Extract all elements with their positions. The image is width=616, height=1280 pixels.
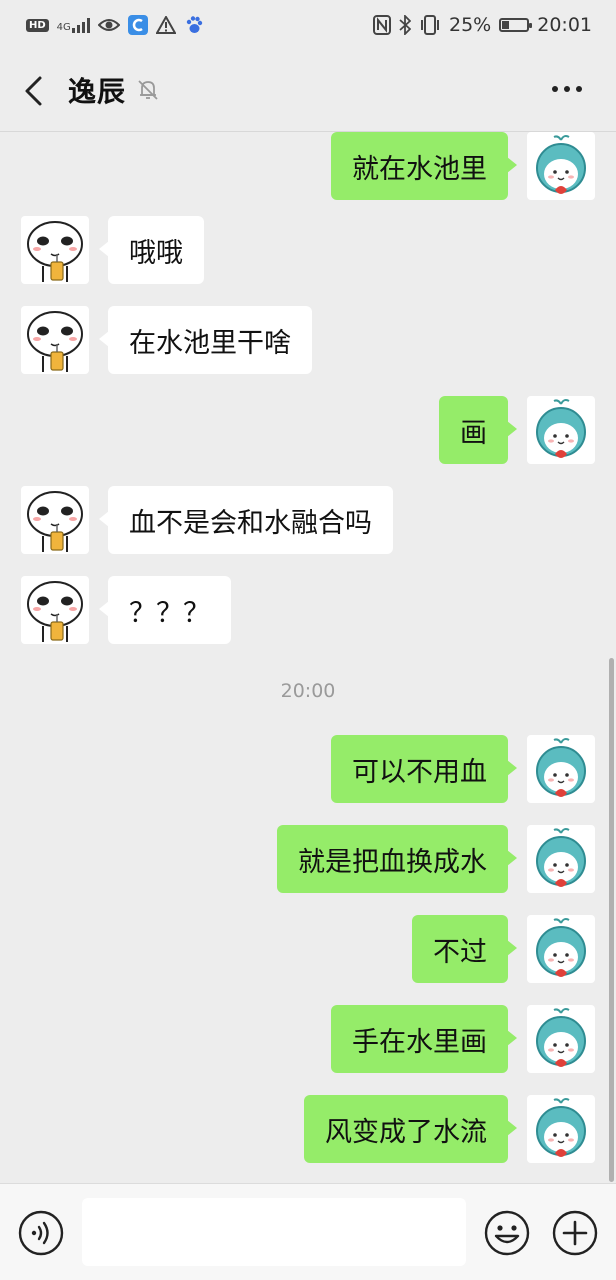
- my-avatar[interactable]: [527, 132, 595, 200]
- sent-message-row: 就在水池里: [0, 132, 616, 202]
- status-left: HD 4G: [26, 14, 204, 36]
- contact-avatar[interactable]: [21, 216, 89, 284]
- sent-message-bubble[interactable]: 风变成了水流: [304, 1095, 517, 1163]
- signal-icon: 4G: [57, 17, 90, 33]
- received-message-bubble[interactable]: 哦哦: [99, 216, 204, 284]
- mute-bell-icon: [138, 80, 158, 100]
- back-chevron-icon[interactable]: [18, 74, 52, 108]
- eye-icon: [97, 19, 120, 31]
- clock: 20:01: [537, 14, 592, 36]
- received-message-row: 血不是会和水融合吗: [0, 486, 616, 556]
- voice-icon[interactable]: [18, 1210, 64, 1256]
- battery-percent: 25%: [449, 14, 492, 36]
- sent-message-bubble[interactable]: 不过: [412, 915, 517, 983]
- sent-message-bubble[interactable]: 就是把血换成水: [277, 825, 517, 893]
- my-avatar[interactable]: [527, 735, 595, 803]
- more-dots-icon[interactable]: [552, 86, 582, 92]
- sent-message-row: 可以不用血: [0, 735, 616, 805]
- status-bar: HD 4G 25% 20:01: [0, 0, 616, 50]
- emoji-icon[interactable]: [484, 1210, 530, 1256]
- contact-avatar[interactable]: [21, 486, 89, 554]
- sent-message-row: 不过: [0, 915, 616, 985]
- sent-message-bubble[interactable]: 就在水池里: [331, 132, 517, 200]
- network-type: 4G: [56, 22, 71, 33]
- received-message-bubble[interactable]: ？？？: [99, 576, 231, 644]
- message-list[interactable]: 就在水池里哦哦在水池里干啥画血不是会和水融合吗 ？？？ 20:00 可以不用血就是把血…: [0, 132, 616, 1182]
- sent-message-bubble[interactable]: 可以不用血: [331, 735, 517, 803]
- bluetooth-icon: [399, 15, 411, 35]
- sent-message-row: 手在水里画: [0, 1005, 616, 1075]
- sent-message-row: 就是把血换成水: [0, 825, 616, 895]
- received-message-bubble[interactable]: 血不是会和水融合吗: [99, 486, 393, 554]
- contact-avatar[interactable]: [21, 306, 89, 374]
- sent-message-bubble[interactable]: 画: [439, 396, 517, 464]
- received-message-row: 在水池里干啥: [0, 306, 616, 376]
- battery-icon: [499, 18, 533, 32]
- contact-avatar[interactable]: [21, 576, 89, 644]
- sent-message-row: 风变成了水流: [0, 1095, 616, 1165]
- baidu-paw-icon: [186, 16, 202, 33]
- contact-name: 逸辰: [68, 75, 127, 108]
- my-avatar[interactable]: [527, 825, 595, 893]
- sent-message-bubble[interactable]: 手在水里画: [331, 1005, 517, 1073]
- hd-badge: HD: [26, 18, 49, 32]
- received-message-row: ？？？: [0, 576, 616, 646]
- input-bar: [0, 1183, 616, 1280]
- my-avatar[interactable]: [527, 915, 595, 983]
- chat-header: 逸辰: [0, 50, 616, 132]
- nfc-icon: [373, 15, 391, 35]
- received-message-bubble[interactable]: 在水池里干啥: [99, 306, 312, 374]
- vibrate-icon: [421, 15, 439, 35]
- plus-icon[interactable]: [552, 1210, 598, 1256]
- time-divider: 20:00: [280, 680, 336, 702]
- warning-icon: [155, 16, 176, 34]
- my-avatar[interactable]: [527, 396, 595, 464]
- received-message-row: 哦哦: [0, 216, 616, 286]
- my-avatar[interactable]: [527, 1005, 595, 1073]
- sent-message-row: 画: [0, 396, 616, 466]
- my-avatar[interactable]: [527, 1095, 595, 1163]
- browser-app-icon: [127, 15, 148, 35]
- status-right: 25% 20:01: [373, 13, 592, 37]
- message-input[interactable]: [82, 1198, 466, 1266]
